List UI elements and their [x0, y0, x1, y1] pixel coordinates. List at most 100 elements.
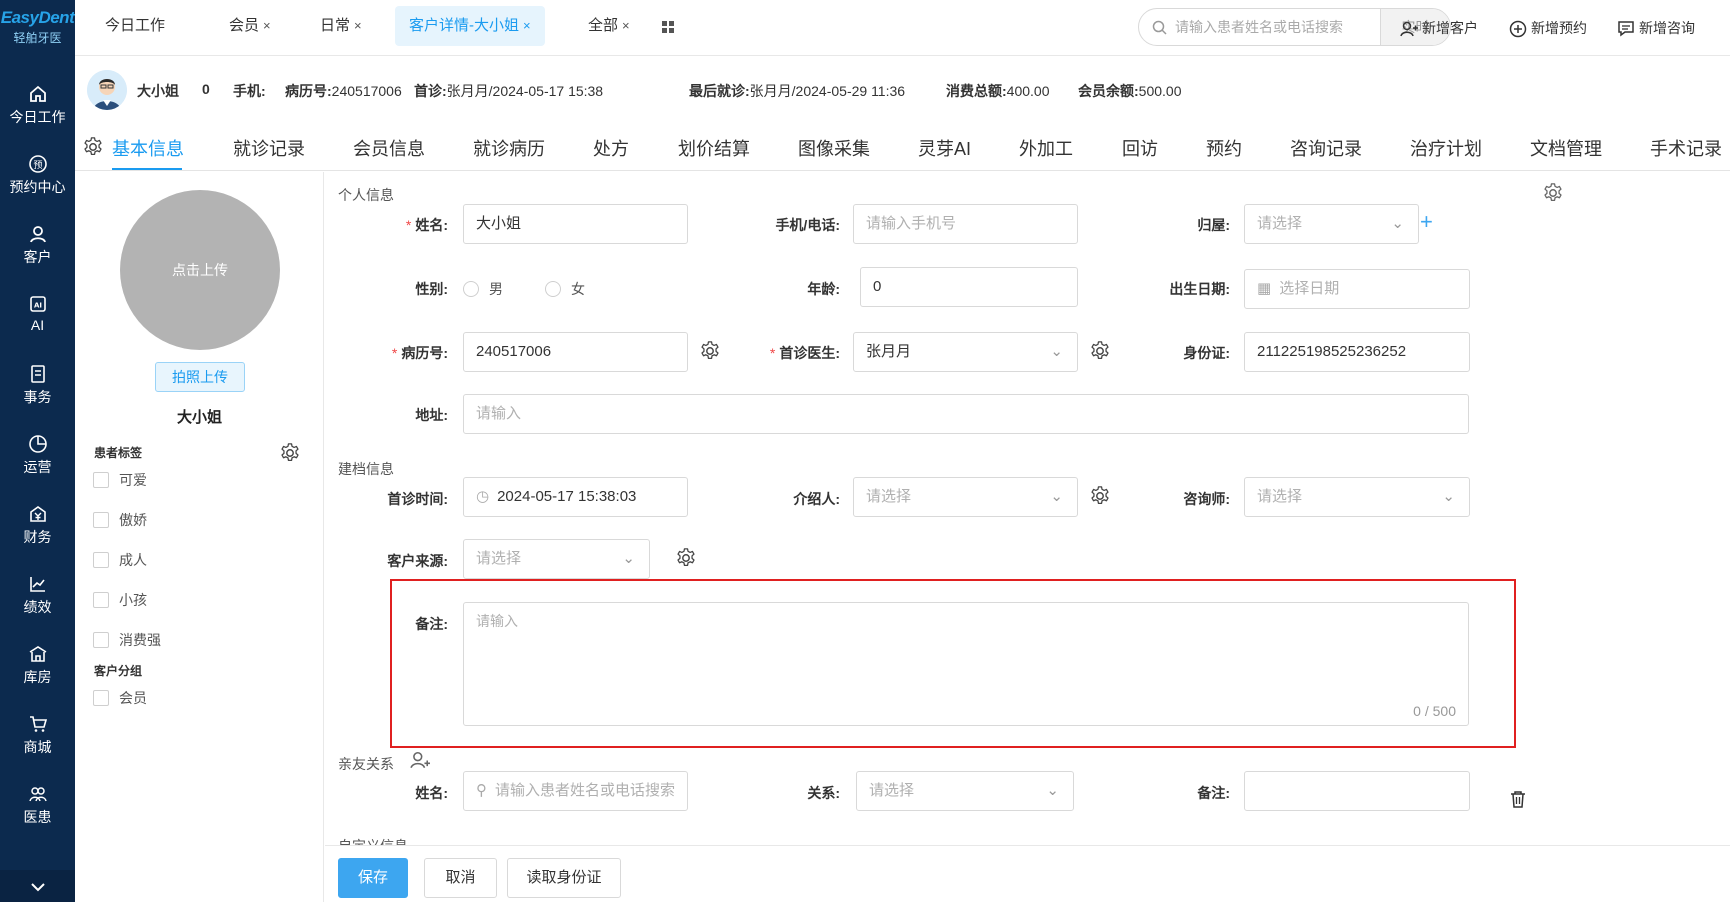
- id-card-field[interactable]: 211225198525236252: [1244, 332, 1470, 372]
- add-belong-icon[interactable]: +: [1420, 209, 1433, 235]
- referrer-settings-gear-icon[interactable]: [1089, 485, 1111, 507]
- tag-checkbox-proud[interactable]: 傲娇: [93, 510, 147, 530]
- sidebar-item-tasks[interactable]: 事务: [0, 364, 75, 428]
- top-tab-all[interactable]: 全部 ×: [588, 6, 630, 46]
- sidebar-item-finance[interactable]: 财务: [0, 504, 75, 568]
- tab-lingya-ai[interactable]: 灵芽AI: [918, 135, 971, 161]
- tab-member-info[interactable]: 会员信息: [353, 135, 425, 161]
- age-field[interactable]: 0: [860, 267, 1078, 307]
- close-icon[interactable]: ×: [354, 18, 362, 33]
- checkbox[interactable]: [93, 690, 109, 706]
- record-no-settings-gear-icon[interactable]: [699, 340, 721, 362]
- close-icon[interactable]: ×: [523, 18, 531, 33]
- top-tab-customer-detail[interactable]: 客户详情-大小姐 ×: [395, 6, 545, 46]
- tab-billing[interactable]: 划价结算: [678, 135, 750, 161]
- referrer-select[interactable]: 请选择 ⌄: [853, 477, 1078, 517]
- chevron-down-icon: ⌄: [622, 550, 635, 567]
- tags-settings-gear-icon[interactable]: [279, 442, 301, 464]
- take-photo-button[interactable]: 拍照上传: [155, 362, 245, 392]
- top-tab-daily[interactable]: 日常 ×: [320, 6, 362, 46]
- doctor-settings-gear-icon[interactable]: [1089, 340, 1111, 362]
- add-relative-icon[interactable]: [410, 750, 430, 770]
- consultant-label: 咨询师:: [1183, 491, 1230, 507]
- tab-external-processing[interactable]: 外加工: [1019, 135, 1073, 161]
- checkbox[interactable]: [93, 552, 109, 568]
- avatar-upload[interactable]: 点击上传: [120, 190, 280, 350]
- tab-prescription[interactable]: 处方: [593, 135, 629, 161]
- tab-follow-up[interactable]: 回访: [1122, 135, 1158, 161]
- tag-checkbox-cute[interactable]: 可爱: [93, 470, 147, 490]
- grid-menu-icon[interactable]: [661, 20, 675, 34]
- profile-name: 大小姐: [176, 409, 222, 426]
- checkbox[interactable]: [93, 632, 109, 648]
- relative-remark-field[interactable]: [1244, 771, 1470, 811]
- relation-select[interactable]: 请选择 ⌄: [856, 771, 1074, 811]
- sidebar-item-ai[interactable]: AI AI: [0, 294, 75, 358]
- close-icon[interactable]: ×: [622, 18, 630, 33]
- remark-placeholder: 请输入: [476, 613, 518, 629]
- patient-search-input[interactable]: [1175, 9, 1375, 45]
- checkbox[interactable]: [93, 512, 109, 528]
- read-id-card-button[interactable]: 读取身份证: [507, 858, 621, 898]
- record-no-field[interactable]: 240517006: [463, 332, 688, 372]
- tab-basic-info[interactable]: 基本信息: [112, 135, 184, 161]
- sidebar-item-performance[interactable]: 绩效: [0, 574, 75, 638]
- checkbox[interactable]: [93, 592, 109, 608]
- tag-checkbox-high-spend[interactable]: 消费强: [93, 630, 161, 650]
- sidebar-item-customer[interactable]: 客户: [0, 224, 75, 288]
- consultant-select[interactable]: 请选择 ⌄: [1244, 477, 1470, 517]
- referrer-label: 介绍人:: [793, 491, 840, 507]
- birth-date-picker[interactable]: ▦ 选择日期: [1244, 269, 1470, 309]
- tab-treatment-plan[interactable]: 治疗计划: [1410, 135, 1482, 161]
- remark-textarea[interactable]: 请输入 0 / 500: [463, 602, 1469, 726]
- add-appointment-button[interactable]: 新增预约: [1509, 16, 1587, 40]
- phone-field[interactable]: 请输入手机号: [853, 204, 1078, 244]
- tab-appointments[interactable]: 预约: [1206, 135, 1242, 161]
- form-settings-gear-icon[interactable]: [1542, 182, 1564, 204]
- tab-surgery-records[interactable]: 手术记录: [1650, 135, 1722, 161]
- tag-checkbox-adult[interactable]: 成人: [93, 550, 147, 570]
- address-field[interactable]: 请输入: [463, 394, 1469, 434]
- calendar-icon: ▦: [1257, 280, 1272, 297]
- gender-female-radio[interactable]: 女: [545, 279, 585, 299]
- belong-select[interactable]: 请选择 ⌄: [1244, 204, 1419, 244]
- sidebar-expand-button[interactable]: [0, 870, 75, 902]
- group-checkbox-member[interactable]: 会员: [93, 688, 147, 708]
- first-visit-time-picker[interactable]: ◷ 2024-05-17 15:38:03: [463, 477, 688, 517]
- sidebar-item-label: 预约中心: [9, 179, 66, 195]
- tab-image-capture[interactable]: 图像采集: [798, 135, 870, 161]
- top-tab-member[interactable]: 会员 ×: [229, 6, 271, 46]
- first-doctor-select[interactable]: 张月月 ⌄: [853, 332, 1078, 372]
- close-icon[interactable]: ×: [263, 18, 271, 33]
- sidebar-item-doctor-patient[interactable]: 医患: [0, 784, 75, 848]
- first-doctor-label: * 首诊医生:: [769, 345, 840, 361]
- customer-source-select[interactable]: 请选择 ⌄: [463, 539, 650, 579]
- save-button[interactable]: 保存: [338, 858, 408, 898]
- checkbox[interactable]: [93, 472, 109, 488]
- brand-name: EasyDent: [0, 8, 75, 27]
- gender-male-radio[interactable]: 男: [463, 279, 503, 299]
- sidebar-item-operations[interactable]: 运营: [0, 434, 75, 498]
- name-field[interactable]: 大小姐: [463, 204, 688, 244]
- trash-icon[interactable]: [1510, 790, 1526, 808]
- add-consult-button[interactable]: 新增咨询: [1617, 16, 1695, 40]
- tab-visit-records[interactable]: 就诊记录: [233, 135, 305, 161]
- add-customer-button[interactable]: 新增客户: [1400, 16, 1478, 40]
- birth-date-label: 出生日期:: [1169, 281, 1230, 297]
- sidebar-item-appointment[interactable]: 预 预约中心: [0, 154, 75, 218]
- tab-medical-records[interactable]: 就诊病历: [473, 135, 545, 161]
- tag-checkbox-child[interactable]: 小孩: [93, 590, 147, 610]
- personal-info-title: 个人信息: [338, 187, 394, 203]
- sidebar-item-mall[interactable]: 商城: [0, 714, 75, 778]
- sidebar-item-today[interactable]: 今日工作: [0, 84, 75, 148]
- patient-tags-title: 患者标签: [94, 446, 143, 460]
- tab-consult-records[interactable]: 咨询记录: [1290, 135, 1362, 161]
- tab-settings-gear-icon[interactable]: [82, 136, 104, 158]
- relative-search-field[interactable]: ⚲ 请输入患者姓名或电话搜索: [463, 771, 688, 811]
- sidebar-item-warehouse[interactable]: 库房: [0, 644, 75, 708]
- cancel-button[interactable]: 取消: [424, 858, 497, 898]
- top-tab-today[interactable]: 今日工作: [105, 6, 165, 46]
- source-settings-gear-icon[interactable]: [675, 547, 697, 569]
- customer-source-label: 客户来源:: [387, 553, 448, 569]
- tab-document-management[interactable]: 文档管理: [1530, 135, 1602, 161]
